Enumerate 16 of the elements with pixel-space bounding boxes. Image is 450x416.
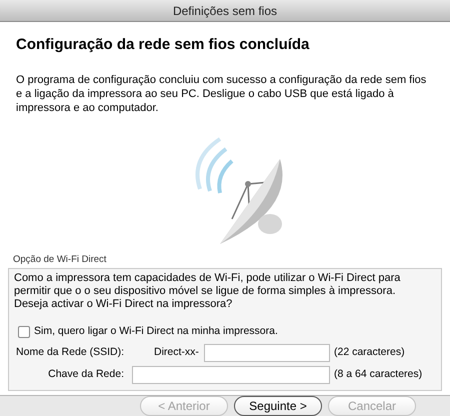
ssid-prefix: Direct-xx- xyxy=(153,344,200,360)
message-text: O programa de configuração concluiu com sucesso a configuração da rede sem fios e a ligação da impressora ao seu PC. Desligue o cabo USB que está ligado à impressora e ao computador. xyxy=(16,72,428,114)
window-title: Definições sem fios xyxy=(172,2,278,20)
input-field[interactable] xyxy=(132,366,330,384)
checkbox[interactable] xyxy=(18,326,30,338)
checkbox-label: Sim, quero ligar o Wi-Fi Direct na minha impressora. xyxy=(34,324,278,339)
input-field[interactable] xyxy=(204,344,330,362)
description-text: Deseja activar o Wi-Fi Direct na impressora? xyxy=(14,298,234,311)
field-label: Nome da Rede (SSID): xyxy=(15,344,125,360)
description-text: Como a impressora tem capacidades de Wi-Fi, pode utilizar o Wi-Fi Direct para permitir que o o seu dispositivo móvel se ligue de forma simples à impressora. xyxy=(14,272,402,298)
group-label: Opção de Wi-Fi Direct xyxy=(12,252,108,266)
field-label: Chave da Rede: xyxy=(47,366,125,382)
dialog-button[interactable]: Seguinte > xyxy=(234,396,322,416)
field-hint: (22 caracteres) xyxy=(333,344,405,360)
field-hint: (8 a 64 caracteres) xyxy=(333,366,422,382)
page-heading: Configuração da rede sem fios concluída xyxy=(16,35,310,55)
